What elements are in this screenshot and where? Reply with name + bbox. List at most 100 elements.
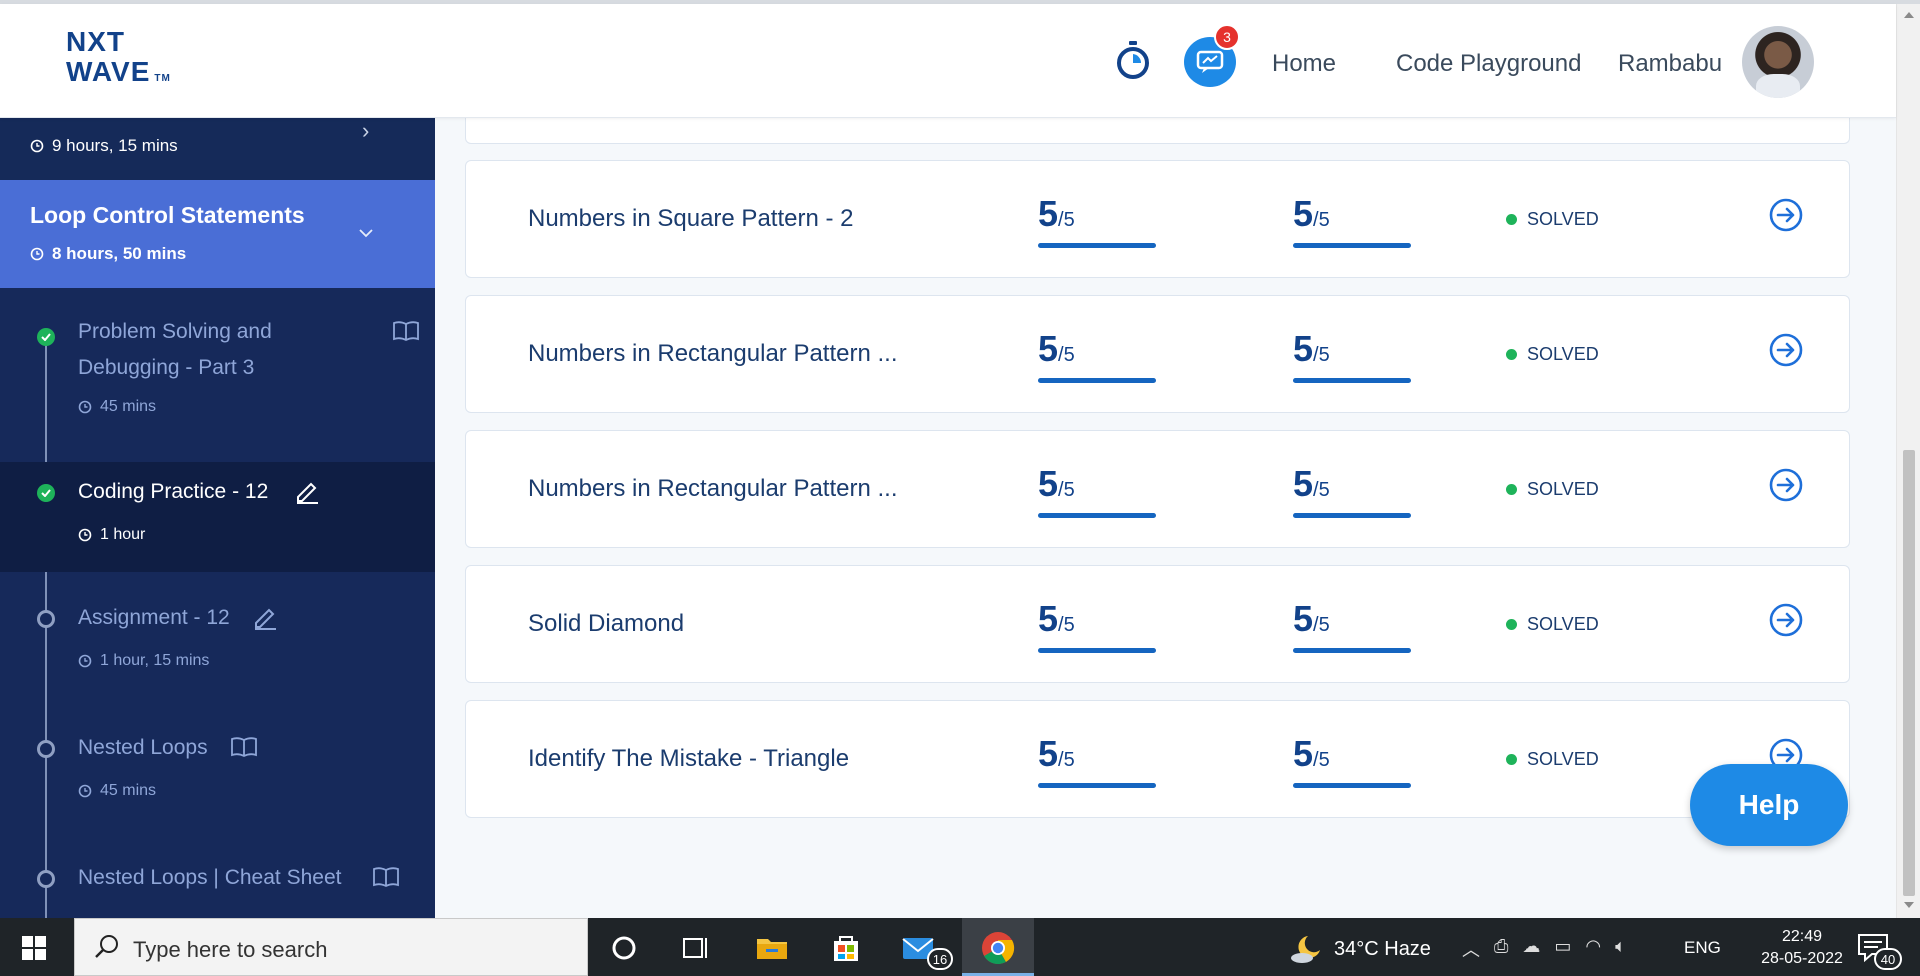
weather-widget[interactable]: 34°C Haze (1290, 934, 1431, 964)
status-badge: SOLVED (1506, 614, 1599, 635)
score-total: /5 (1058, 209, 1075, 231)
score-secondary: 5/5 (1293, 733, 1413, 788)
question-row[interactable]: Numbers in Rectangular Pattern ... 5/5 5… (465, 295, 1850, 413)
score-total: /5 (1313, 344, 1330, 366)
arrow-right-circle-icon[interactable] (1768, 467, 1804, 503)
search-icon (95, 935, 118, 958)
stopwatch-icon[interactable] (1114, 40, 1152, 80)
question-name[interactable]: Numbers in Rectangular Pattern ... (528, 475, 898, 503)
cortana-icon[interactable] (606, 930, 642, 966)
chevron-right-icon[interactable]: › (362, 118, 369, 144)
weather-text: 34°C Haze (1334, 937, 1431, 960)
score-progress-bar (1038, 648, 1156, 653)
question-name[interactable]: Solid Diamond (528, 610, 684, 638)
arrow-right-circle-icon[interactable] (1768, 332, 1804, 368)
question-name[interactable]: Numbers in Rectangular Pattern ... (528, 340, 898, 368)
taskbar-search-box[interactable]: Type here to search (74, 918, 588, 976)
windows-taskbar: Type here to search 16 34°C Haze ︿ ⎙ ☁ ▭… (0, 918, 1920, 976)
battery-icon[interactable]: ▭ (1554, 936, 1571, 962)
score-secondary: 5/5 (1293, 328, 1413, 383)
logo-line1: NXT (66, 26, 125, 57)
score-value: 5 (1293, 733, 1314, 774)
score-total: /5 (1313, 614, 1330, 636)
lesson-item[interactable]: Nested Loops | Cheat Sheet (0, 848, 435, 918)
meet-now-icon[interactable]: ⎙ (1494, 936, 1508, 962)
wifi-icon[interactable]: ◠ (1585, 936, 1601, 962)
score-value: 5 (1293, 598, 1314, 639)
score-progress-bar (1293, 243, 1411, 248)
user-name[interactable]: Rambabu (1618, 50, 1722, 78)
question-row[interactable]: Solid Diamond 5/5 5/5 SOLVED (465, 565, 1850, 683)
score-total: /5 (1058, 614, 1075, 636)
nav-code-playground-link[interactable]: Code Playground (1396, 50, 1581, 78)
scroll-down-arrow-icon[interactable] (1904, 902, 1914, 908)
status-text: SOLVED (1527, 209, 1599, 229)
windows-start-icon[interactable] (22, 936, 46, 960)
question-row[interactable]: Numbers in Rectangular Pattern ... 5/5 5… (465, 430, 1850, 548)
nxtwave-logo[interactable]: NXT WAVE TM (66, 28, 171, 86)
chat-notification-badge: 3 (1214, 24, 1240, 50)
user-avatar[interactable] (1742, 26, 1814, 98)
section-title: Loop Control Statements (30, 202, 305, 228)
clock-icon (30, 139, 44, 153)
lesson-name: Nested Loops (78, 736, 208, 759)
score-secondary: 5/5 (1293, 463, 1413, 518)
scroll-up-arrow-icon[interactable] (1904, 12, 1914, 18)
taskbar-clock[interactable]: 22:49 28-05-2022 (1752, 926, 1852, 970)
status-text: SOLVED (1527, 749, 1599, 769)
status-badge: SOLVED (1506, 344, 1599, 365)
lesson-name-cont: Debugging - Part 3 (78, 356, 255, 379)
lesson-item[interactable]: Assignment - 12 1 hour, 15 mins (0, 588, 435, 698)
score-primary: 5/5 (1038, 463, 1158, 518)
sidebar-section-previous[interactable]: 9 hours, 15 mins › (0, 118, 435, 180)
lesson-item[interactable]: Nested Loops 45 mins (0, 718, 435, 828)
logo-tm: TM (154, 73, 171, 84)
score-primary: 5/5 (1038, 328, 1158, 383)
top-header: NXT WAVE TM 3 Home Code Playground Ramba… (0, 4, 1896, 118)
language-indicator[interactable]: ENG (1684, 938, 1721, 958)
solved-dot-icon (1506, 754, 1517, 765)
volume-icon[interactable]: 🔈︎ (1615, 936, 1626, 962)
lesson-duration: 45 mins (100, 782, 157, 799)
pending-circle-icon (37, 610, 55, 628)
clock-date: 28-05-2022 (1761, 950, 1843, 967)
clock-icon (78, 784, 92, 798)
score-value: 5 (1038, 733, 1059, 774)
clock-icon (30, 247, 44, 261)
lesson-item-current[interactable]: Coding Practice - 12 1 hour (0, 462, 435, 572)
microsoft-store-icon[interactable] (828, 930, 864, 966)
score-total: /5 (1313, 209, 1330, 231)
course-sidebar: 9 hours, 15 mins › Loop Control Statemen… (0, 118, 435, 918)
nav-home-link[interactable]: Home (1272, 50, 1336, 78)
file-explorer-icon[interactable] (754, 930, 790, 966)
section-duration: 9 hours, 15 mins (52, 136, 178, 155)
lesson-item[interactable]: Problem Solving and Debugging - Part 3 4… (0, 306, 435, 446)
arrow-right-circle-icon[interactable] (1768, 197, 1804, 233)
question-name[interactable]: Numbers in Square Pattern - 2 (528, 205, 854, 233)
page-scrollbar[interactable] (1896, 4, 1920, 918)
task-view-icon[interactable] (678, 930, 714, 966)
chrome-taskbar-item[interactable] (962, 918, 1034, 976)
score-value: 5 (1038, 328, 1059, 369)
score-primary: 5/5 (1038, 193, 1158, 248)
sidebar-section-active[interactable]: Loop Control Statements 8 hours, 50 mins (0, 180, 435, 288)
lesson-duration: 45 mins (100, 398, 157, 415)
chevron-down-icon[interactable] (358, 228, 374, 238)
score-progress-bar (1293, 648, 1411, 653)
onedrive-icon[interactable]: ☁ (1522, 936, 1540, 962)
score-total: /5 (1058, 749, 1075, 771)
scrollbar-thumb[interactable] (1903, 450, 1915, 896)
solved-dot-icon (1506, 619, 1517, 630)
score-progress-bar (1038, 378, 1156, 383)
question-row[interactable]: Identify The Mistake - Triangle 5/5 5/5 … (465, 700, 1850, 818)
status-text: SOLVED (1527, 479, 1599, 499)
completed-check-icon (37, 328, 55, 346)
help-button[interactable]: Help (1690, 764, 1848, 846)
chevron-up-icon[interactable]: ︿ (1462, 936, 1480, 962)
status-badge: SOLVED (1506, 209, 1599, 230)
question-name[interactable]: Identify The Mistake - Triangle (528, 745, 849, 773)
solved-dot-icon (1506, 484, 1517, 495)
question-row-partial (465, 118, 1850, 144)
arrow-right-circle-icon[interactable] (1768, 602, 1804, 638)
question-row[interactable]: Numbers in Square Pattern - 2 5/5 5/5 SO… (465, 160, 1850, 278)
